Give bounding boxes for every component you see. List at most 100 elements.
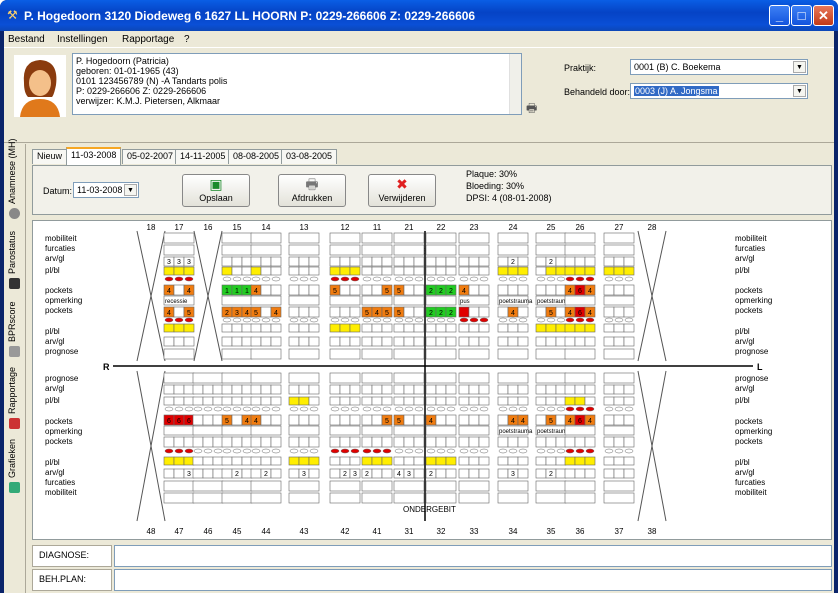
- mobiliteit-box: [425, 492, 457, 504]
- tab-anamnese[interactable]: Anamnese (MH): [7, 138, 17, 204]
- title-bar[interactable]: ⚒ P. Hogedoorn 3120 Diodeweg 6 1627 LL H…: [0, 0, 838, 31]
- plaque-cell: [349, 456, 361, 466]
- bleeding-dot: [479, 276, 489, 282]
- arv-cell: [535, 336, 547, 347]
- bleeding-dot: [414, 276, 424, 282]
- plaque-cell: [425, 323, 437, 333]
- pocket-cell: [288, 306, 300, 318]
- arv-cell: [231, 384, 243, 395]
- tab-nieuw[interactable]: Nieuw: [32, 149, 68, 164]
- plaque-cell: [183, 456, 195, 466]
- print-button[interactable]: 🖶 Afdrukken: [278, 174, 346, 207]
- minimize-button[interactable]: _: [769, 5, 790, 26]
- furcatie-box: [288, 480, 320, 492]
- plaque-cell: [403, 266, 415, 276]
- menu-help[interactable]: ?: [184, 34, 190, 45]
- prognose-box: [603, 348, 635, 360]
- plaque-cell: [231, 323, 243, 333]
- chevron-down-icon[interactable]: ▼: [124, 184, 137, 196]
- tab-date-active[interactable]: 11-03-2008: [66, 147, 122, 165]
- row-label-lower: mobiliteit: [45, 488, 77, 497]
- plaque-cell: [613, 396, 625, 406]
- maximize-button[interactable]: □: [791, 5, 812, 26]
- pocket-cell: [270, 436, 282, 448]
- pocket-cell: [425, 436, 437, 448]
- tab-date[interactable]: 05-02-2007: [122, 149, 179, 164]
- bleeding-dot: [174, 276, 184, 282]
- plaque-cell: [260, 323, 272, 333]
- plaque-cell: [574, 456, 586, 466]
- save-button[interactable]: ▣ Opslaan: [182, 174, 250, 207]
- furcatie-box: [564, 244, 596, 256]
- plaque-cell: [445, 323, 457, 333]
- cell-value: 5: [397, 418, 401, 425]
- plaque-cell: [241, 396, 253, 406]
- pocket-cell: [535, 284, 547, 296]
- chevron-down-icon[interactable]: ▼: [793, 85, 806, 97]
- behandeld-select[interactable]: 0003 (J) A. Jongsma ▼: [630, 83, 808, 99]
- plaque-cell: [329, 396, 341, 406]
- arv-cell: [497, 336, 509, 347]
- menu-bestand[interactable]: Bestand: [8, 34, 45, 45]
- row-label-upper: arv/gl: [45, 337, 65, 346]
- printer-icon[interactable]: 🖶: [526, 99, 537, 120]
- plaque-cell: [468, 396, 480, 406]
- tab-grafieken[interactable]: Grafieken: [7, 434, 17, 478]
- arv-cell: [535, 384, 547, 395]
- plaque-cell: [339, 266, 351, 276]
- plaque-cell: [468, 323, 480, 333]
- plaque-cell: [202, 456, 214, 466]
- opmerking-box: [288, 425, 320, 436]
- plaque-cell: [371, 396, 383, 406]
- praktijk-select[interactable]: 0001 (B) C. Boekema ▼: [630, 59, 808, 75]
- patient-name: P. Hogedoorn (Patricia): [76, 56, 169, 66]
- pocket-cell: [507, 436, 519, 448]
- plaque-cell: [241, 456, 253, 466]
- bleeding-dot: [426, 317, 436, 323]
- diagnose-field[interactable]: [114, 545, 832, 567]
- menu-rapportage[interactable]: Rapportage: [122, 34, 174, 45]
- plaque-stat: Plaque: 30%: [466, 169, 518, 179]
- chevron-down-icon[interactable]: ▼: [793, 61, 806, 73]
- bleeding-dot: [299, 276, 309, 282]
- plaque-cell: [212, 396, 224, 406]
- behplan-field[interactable]: [114, 569, 832, 591]
- tab-parostatus[interactable]: Parostatus: [7, 224, 17, 274]
- client-area: Bestand Instellingen Rapportage ? P. Hog…: [4, 31, 834, 593]
- furcatie-box: [192, 480, 224, 492]
- plaque-cell: [535, 266, 547, 276]
- arv-cell: [221, 256, 233, 267]
- cell-value: 2: [343, 471, 347, 478]
- cell-value: 1: [225, 288, 229, 295]
- bleeding-dot: [382, 317, 392, 323]
- furcatie-box: [425, 480, 457, 492]
- bleeding-dot: [508, 317, 518, 323]
- tab-date[interactable]: 14-11-2005: [175, 149, 231, 164]
- tab-date[interactable]: 08-08-2005: [228, 149, 285, 164]
- tab-bprscore[interactable]: BPRscore: [7, 294, 17, 342]
- bleeding-dot: [251, 406, 261, 412]
- pocket-cell: [497, 436, 509, 448]
- pocket-cell: [623, 284, 635, 296]
- anamnese-icon: [9, 208, 20, 219]
- plaque-cell: [584, 323, 596, 333]
- plaque-cell: [445, 396, 457, 406]
- cell-value: 5: [254, 310, 258, 317]
- menu-instellingen[interactable]: Instellingen: [57, 34, 108, 45]
- plaque-cell: [231, 456, 243, 466]
- delete-button[interactable]: ✖ Verwijderen: [368, 174, 436, 207]
- bleeding-dot: [404, 276, 414, 282]
- arv-cell: [413, 256, 425, 267]
- close-button[interactable]: ✕: [813, 5, 834, 26]
- tab-rapportage[interactable]: Rapportage: [7, 362, 17, 414]
- cell-value: 5: [385, 418, 389, 425]
- tab-date[interactable]: 03-08-2005: [281, 149, 338, 164]
- cell-value: 4: [245, 418, 249, 425]
- cell-value: 2: [439, 288, 443, 295]
- row-label-lower: pockets: [45, 437, 73, 446]
- cell-value: 4: [429, 418, 433, 425]
- bleeding-dot: [232, 276, 242, 282]
- info-scrollbar[interactable]: [509, 54, 521, 114]
- opmerking-box: [564, 295, 596, 306]
- datum-select[interactable]: 11-03-2008 ▼: [73, 182, 139, 198]
